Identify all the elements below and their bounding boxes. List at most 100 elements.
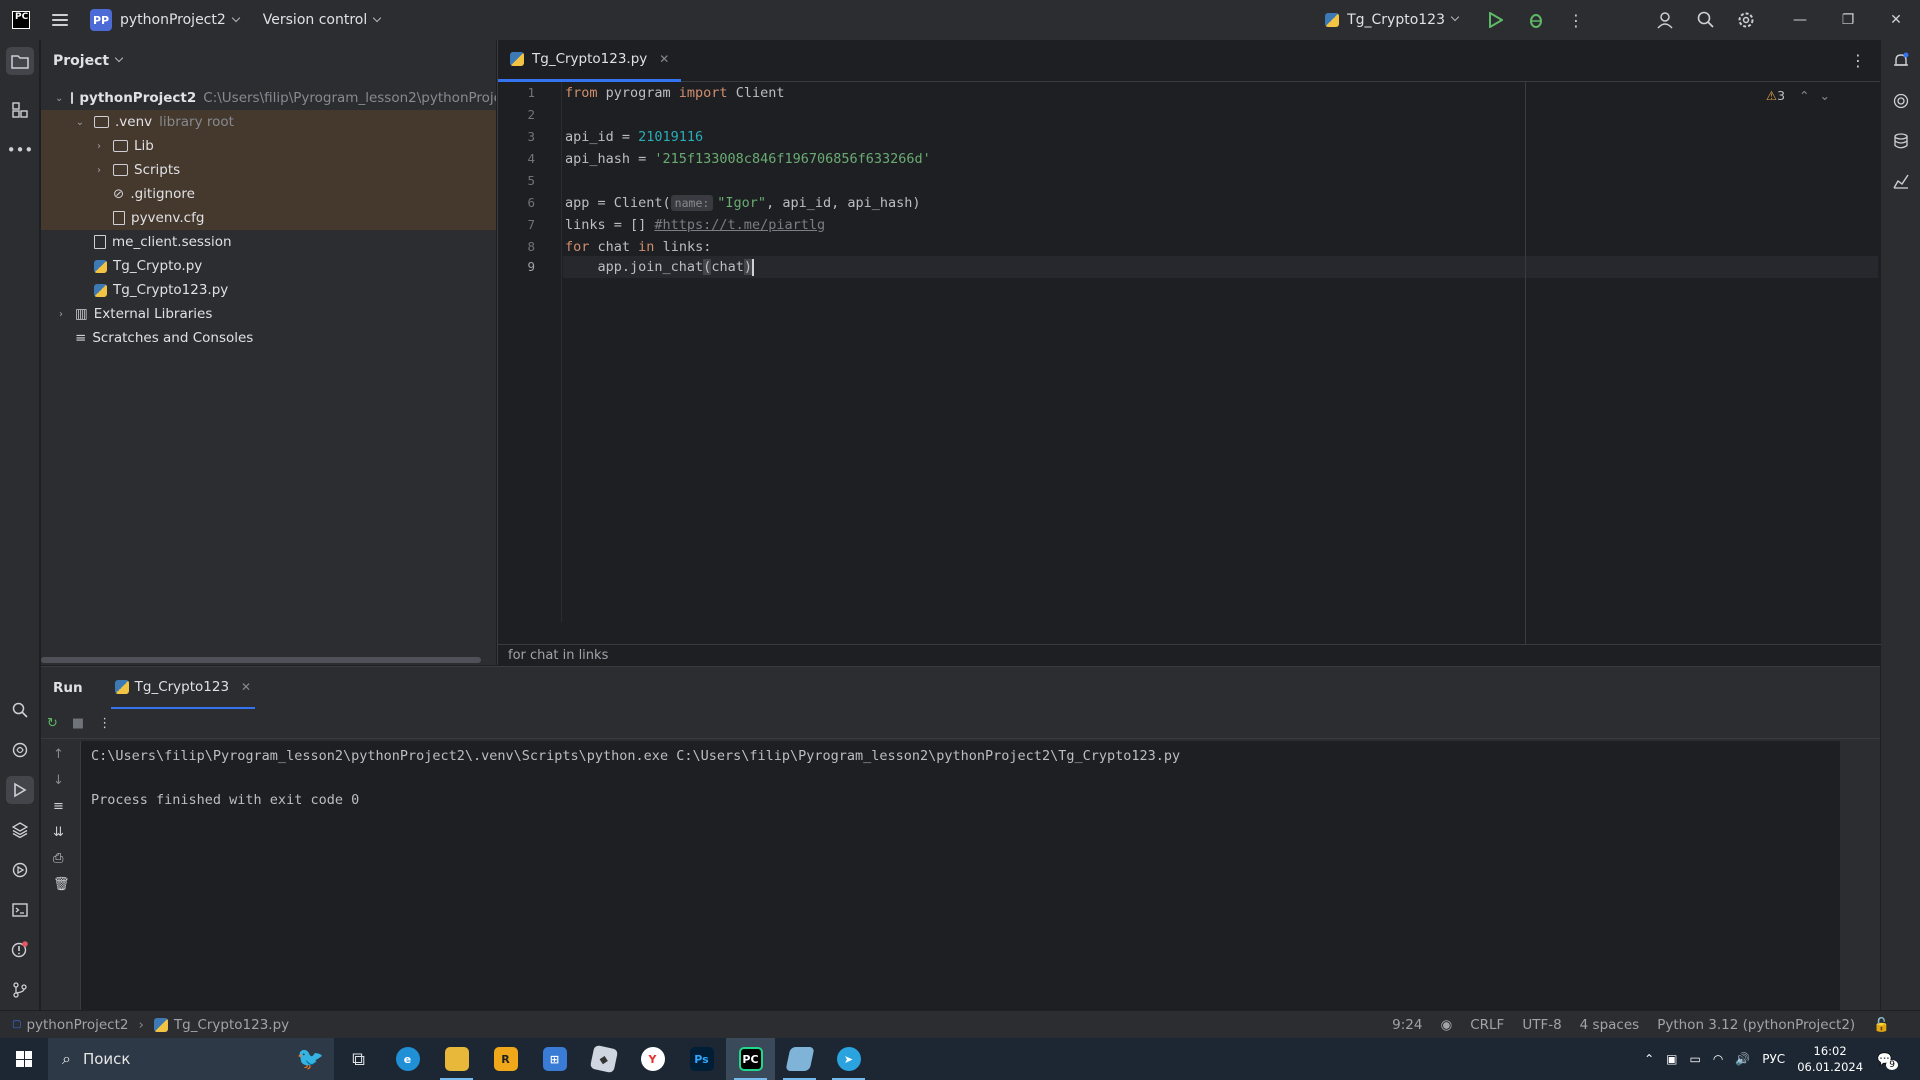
- taskbar-telegram[interactable]: ➤: [824, 1038, 873, 1080]
- settings-gear-icon[interactable]: [1726, 0, 1766, 40]
- status-project[interactable]: pythonProject2: [26, 1017, 128, 1033]
- more-actions-icon[interactable]: ⋮: [1556, 0, 1596, 40]
- project-switcher[interactable]: pythonProject2: [120, 12, 241, 28]
- search-everywhere-icon[interactable]: [1686, 0, 1726, 40]
- close-window-button[interactable]: ✕: [1872, 0, 1920, 40]
- terminal-icon[interactable]: [6, 896, 34, 924]
- tree-item-external-libraries[interactable]: › ▥ External Libraries: [41, 302, 496, 326]
- soft-wrap-icon[interactable]: ≡: [53, 799, 64, 814]
- code-line[interactable]: app = Client(name: "Igor", api_id, api_ha…: [565, 192, 921, 214]
- run-tab-tg-crypto123[interactable]: Tg_Crypto123 ✕: [110, 667, 256, 709]
- tab-tg-crypto123[interactable]: Tg_Crypto123.py ✕: [498, 40, 682, 82]
- taskbar-pycharm[interactable]: PC: [726, 1038, 775, 1080]
- tree-item-project-root[interactable]: ⌄ pythonProject2 C:\Users\filip\Pyrogram…: [41, 86, 496, 110]
- code-line[interactable]: for chat in links:: [565, 236, 711, 258]
- tree-item-lib[interactable]: › Lib: [41, 134, 496, 158]
- debug-button[interactable]: [1516, 0, 1556, 40]
- battery-icon[interactable]: ▭: [1689, 1052, 1700, 1066]
- find-tool-icon[interactable]: [6, 696, 34, 724]
- main-menu-icon[interactable]: [52, 14, 68, 26]
- ai-assistant-icon[interactable]: [1887, 87, 1915, 115]
- database-icon[interactable]: [1887, 127, 1915, 155]
- taskbar-yandex[interactable]: Y: [628, 1038, 677, 1080]
- structure-tool-icon[interactable]: [6, 96, 34, 124]
- tab-options-icon[interactable]: ⋮: [1850, 51, 1866, 70]
- restore-button[interactable]: ❐: [1824, 0, 1872, 40]
- tree-item-scripts[interactable]: › Scripts: [41, 158, 496, 182]
- python-interpreter[interactable]: Python 3.12 (pythonProject2): [1657, 1017, 1855, 1033]
- run-button[interactable]: [1476, 0, 1516, 40]
- taskbar-search[interactable]: ⌕ Поиск 🐦: [48, 1038, 334, 1080]
- stop-icon[interactable]: ■: [72, 716, 84, 731]
- problems-icon[interactable]: [6, 936, 34, 964]
- taskbar-store[interactable]: ⊞: [530, 1038, 579, 1080]
- keyword: from: [565, 85, 598, 101]
- indent-setting[interactable]: 4 spaces: [1580, 1017, 1640, 1033]
- tree-item-pyvenv-cfg[interactable]: pyvenv.cfg: [41, 206, 496, 230]
- taskbar-edge[interactable]: e: [383, 1038, 432, 1080]
- tree-item-tg-crypto123[interactable]: Tg_Crypto123.py: [41, 278, 496, 302]
- caret-position[interactable]: 9:24: [1392, 1017, 1422, 1033]
- taskbar-roblox-studio[interactable]: ◆: [579, 1038, 628, 1080]
- inspection-eye-icon[interactable]: ◉: [1440, 1017, 1452, 1033]
- file-encoding[interactable]: UTF-8: [1522, 1017, 1561, 1033]
- editor-tab-bar: Tg_Crypto123.py ✕ ⋮: [498, 40, 1880, 82]
- close-tab-icon[interactable]: ✕: [659, 52, 669, 66]
- status-file[interactable]: Tg_Crypto123.py: [174, 1017, 289, 1033]
- code-line[interactable]: links = [] #https://t.me/piartlg: [565, 214, 825, 236]
- taskbar-notes[interactable]: [775, 1038, 824, 1080]
- close-tab-icon[interactable]: ✕: [241, 680, 251, 694]
- code-line[interactable]: from pyrogram import Client: [565, 82, 784, 104]
- arrow-down-icon[interactable]: ↓: [53, 773, 64, 788]
- tree-item-gitignore[interactable]: ⊘ .gitignore: [41, 182, 496, 206]
- tree-item-tg-crypto[interactable]: Tg_Crypto.py: [41, 254, 496, 278]
- services-icon[interactable]: [6, 856, 34, 884]
- project-tool-icon[interactable]: [6, 47, 34, 75]
- comment-link[interactable]: #https://t.me/piartlg: [654, 217, 825, 233]
- inspection-widget[interactable]: ⚠3 ⌃ ⌄: [1766, 88, 1830, 103]
- minimize-button[interactable]: —: [1776, 0, 1824, 40]
- taskbar-explorer[interactable]: [432, 1038, 481, 1080]
- lock-icon[interactable]: 🔓: [1873, 1017, 1890, 1033]
- code-with-me-icon[interactable]: [1646, 0, 1686, 40]
- run-tool-icon[interactable]: [6, 776, 34, 804]
- console-output[interactable]: C:\Users\filip\Pyrogram_lesson2\pythonPr…: [91, 745, 1180, 811]
- more-actions-icon[interactable]: ⋮: [98, 716, 111, 731]
- rerun-icon[interactable]: ↻: [47, 716, 58, 731]
- code-breadcrumb[interactable]: for chat in links: [498, 644, 1881, 665]
- chevron-up-icon[interactable]: ⌃: [1644, 1052, 1654, 1066]
- python-console-icon[interactable]: [6, 736, 34, 764]
- taskbar-roblox[interactable]: R: [481, 1038, 530, 1080]
- arrow-up-icon[interactable]: ↑: [53, 747, 64, 762]
- code-line[interactable]: api_hash = '215f133008c846f196706856f633…: [565, 148, 931, 170]
- device-icon[interactable]: ▣: [1666, 1052, 1677, 1066]
- chevron-up-icon[interactable]: ⌃: [1799, 88, 1809, 103]
- notification-center-button[interactable]: 💬 9: [1877, 1052, 1904, 1070]
- horizontal-scrollbar[interactable]: [41, 657, 481, 663]
- tree-item-venv[interactable]: ⌄ .venv library root: [41, 110, 496, 134]
- notifications-bell-icon[interactable]: [1887, 47, 1915, 75]
- version-control-menu[interactable]: Version control: [263, 12, 382, 28]
- clock[interactable]: 16:02 06.01.2024: [1797, 1043, 1863, 1075]
- code-line[interactable]: app.join_chat(chat): [565, 256, 754, 278]
- wifi-icon[interactable]: ◠: [1713, 1052, 1723, 1066]
- python-packages-icon[interactable]: [6, 816, 34, 844]
- tree-item-scratches[interactable]: ≡ Scratches and Consoles: [41, 326, 496, 350]
- tree-item-session[interactable]: me_client.session: [41, 230, 496, 254]
- line-separator[interactable]: CRLF: [1470, 1017, 1504, 1033]
- git-branch-icon[interactable]: [6, 976, 34, 1004]
- run-config-selector[interactable]: Tg_Crypto123: [1325, 12, 1460, 28]
- volume-icon[interactable]: 🔊: [1735, 1052, 1750, 1066]
- sciview-icon[interactable]: [1887, 167, 1915, 195]
- start-button[interactable]: [0, 1038, 48, 1080]
- print-icon[interactable]: ⎙: [53, 851, 63, 866]
- scroll-to-end-icon[interactable]: ⇊: [53, 825, 64, 840]
- project-view-selector[interactable]: Project: [41, 40, 496, 82]
- taskbar-photoshop[interactable]: Ps: [677, 1038, 726, 1080]
- code-line[interactable]: api_id = 21019116: [565, 126, 703, 148]
- more-tools-icon[interactable]: •••: [6, 136, 34, 164]
- task-view-button[interactable]: ⧉: [334, 1038, 383, 1080]
- language-indicator[interactable]: РУС: [1762, 1052, 1785, 1066]
- chevron-down-icon[interactable]: ⌄: [1820, 88, 1830, 103]
- trash-icon[interactable]: 🗑: [53, 877, 70, 892]
